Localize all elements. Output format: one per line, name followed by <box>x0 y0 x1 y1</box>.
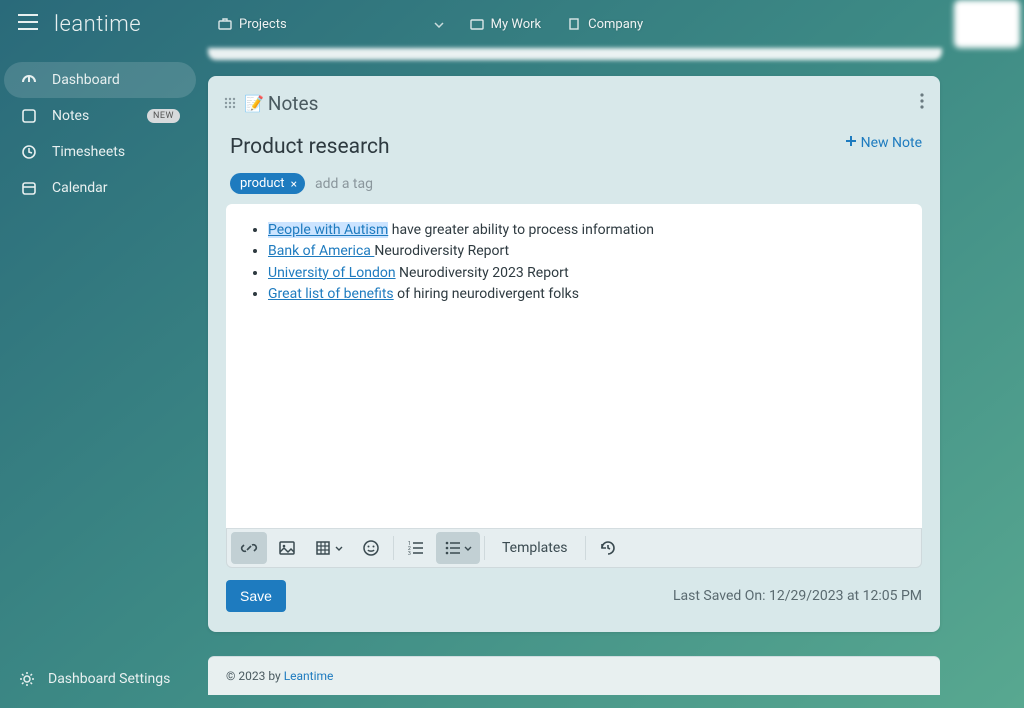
app-logo: leantime <box>54 12 141 37</box>
emoji-button[interactable] <box>353 532 389 564</box>
top-mywork-label: My Work <box>491 17 541 32</box>
add-tag-input[interactable]: add a tag <box>315 176 373 192</box>
templates-button[interactable]: Templates <box>488 540 582 556</box>
top-company[interactable]: Company <box>567 17 643 32</box>
history-button[interactable] <box>590 532 626 564</box>
tag-remove-icon[interactable]: × <box>291 177 297 191</box>
sidebar-item-label: Notes <box>52 108 89 124</box>
top-projects[interactable]: Projects <box>218 17 444 32</box>
list-item: People with Autism have greater ability … <box>268 220 904 240</box>
note-link[interactable]: University of London <box>268 265 396 281</box>
blurred-card-above <box>208 48 942 60</box>
note-text: Neurodiversity Report <box>374 243 509 259</box>
editor-body[interactable]: People with Autism have greater ability … <box>226 204 922 528</box>
ordered-list-button[interactable]: 123 <box>398 532 434 564</box>
last-saved-text: Last Saved On: 12/29/2023 at 12:05 PM <box>673 588 922 604</box>
briefcase-icon <box>218 17 232 31</box>
note-head-row: Product research New Note <box>230 135 922 159</box>
top-mywork[interactable]: My Work <box>470 17 541 32</box>
plus-icon <box>845 135 857 151</box>
toolbar-separator <box>484 536 485 560</box>
sidebar-top: leantime <box>0 0 200 48</box>
notes-header: 📝 Notes <box>208 90 940 125</box>
hamburger-icon[interactable] <box>18 14 38 34</box>
main: 📝 Notes Product research New Note produc… <box>208 48 942 708</box>
page-footer: © 2023 by Leantime <box>208 656 940 695</box>
more-menu-icon[interactable] <box>920 93 924 114</box>
link-button[interactable] <box>231 532 267 564</box>
toolbar-separator <box>393 536 394 560</box>
tag-product[interactable]: product × <box>230 173 305 194</box>
sidebar-item-label: Timesheets <box>52 144 125 160</box>
list-item: University of London Neurodiversity 2023… <box>268 263 904 283</box>
save-button[interactable]: Save <box>226 580 286 612</box>
note-section: Product research New Note product × add … <box>208 125 940 194</box>
note-link[interactable]: Great list of benefits <box>268 286 394 302</box>
note-link[interactable]: People with Autism <box>268 222 388 238</box>
toolbar-separator <box>585 536 586 560</box>
note-link[interactable]: Bank of America <box>268 243 374 259</box>
note-title[interactable]: Product research <box>230 135 390 159</box>
list-item: Great list of benefits of hiring neurodi… <box>268 284 904 304</box>
sidebar: leantime Dashboard Notes NEW Timesheets <box>0 0 200 708</box>
clock-icon <box>20 143 38 161</box>
footer-text: © 2023 by <box>226 669 284 683</box>
new-badge: NEW <box>147 109 180 123</box>
editor-toolbar: 123 Templates <box>226 528 922 568</box>
sidebar-item-notes[interactable]: Notes NEW <box>4 98 196 134</box>
sidebar-item-label: Dashboard <box>52 72 120 88</box>
gear-icon <box>18 670 36 688</box>
chevron-down-icon <box>335 546 343 551</box>
sidebar-settings[interactable]: Dashboard Settings <box>0 664 200 694</box>
chevron-down-icon <box>434 17 444 32</box>
note-text: of hiring neurodivergent folks <box>394 286 579 302</box>
top-projects-label: Projects <box>239 17 287 32</box>
svg-text:3: 3 <box>408 551 411 557</box>
sidebar-nav: Dashboard Notes NEW Timesheets Calendar <box>0 48 200 206</box>
tags-row: product × add a tag <box>230 173 922 194</box>
gauge-icon <box>20 71 38 89</box>
note-bullet-list: People with Autism have greater ability … <box>254 220 904 304</box>
footer-link[interactable]: Leantime <box>284 669 334 683</box>
top-company-label: Company <box>588 17 643 32</box>
tag-label: product <box>240 176 285 191</box>
note-text: have greater ability to process informat… <box>388 222 654 238</box>
notes-emoji-icon: 📝 <box>244 94 264 113</box>
new-note-button[interactable]: New Note <box>845 135 922 151</box>
sidebar-item-label: Calendar <box>52 180 108 196</box>
new-note-label: New Note <box>861 135 922 151</box>
notes-widget-title: Notes <box>268 92 319 115</box>
note-icon <box>20 107 38 125</box>
sidebar-item-dashboard[interactable]: Dashboard <box>4 62 196 98</box>
table-button[interactable] <box>307 532 351 564</box>
unordered-list-button[interactable] <box>436 532 480 564</box>
mywork-icon <box>470 17 484 31</box>
sidebar-settings-label: Dashboard Settings <box>48 671 170 687</box>
list-item: Bank of America Neurodiversity Report <box>268 241 904 261</box>
building-icon <box>567 17 581 31</box>
calendar-icon <box>20 179 38 197</box>
notes-card: 📝 Notes Product research New Note produc… <box>208 76 940 632</box>
note-text: Neurodiversity 2023 Report <box>396 265 569 281</box>
topbar: Projects My Work Company <box>200 0 1024 48</box>
card-footer: Save Last Saved On: 12/29/2023 at 12:05 … <box>208 568 940 612</box>
sidebar-item-calendar[interactable]: Calendar <box>4 170 196 206</box>
blurred-side-card <box>954 0 1020 48</box>
sidebar-item-timesheets[interactable]: Timesheets <box>4 134 196 170</box>
chevron-down-icon <box>464 546 472 551</box>
image-button[interactable] <box>269 532 305 564</box>
drag-handle-icon[interactable] <box>224 94 236 113</box>
